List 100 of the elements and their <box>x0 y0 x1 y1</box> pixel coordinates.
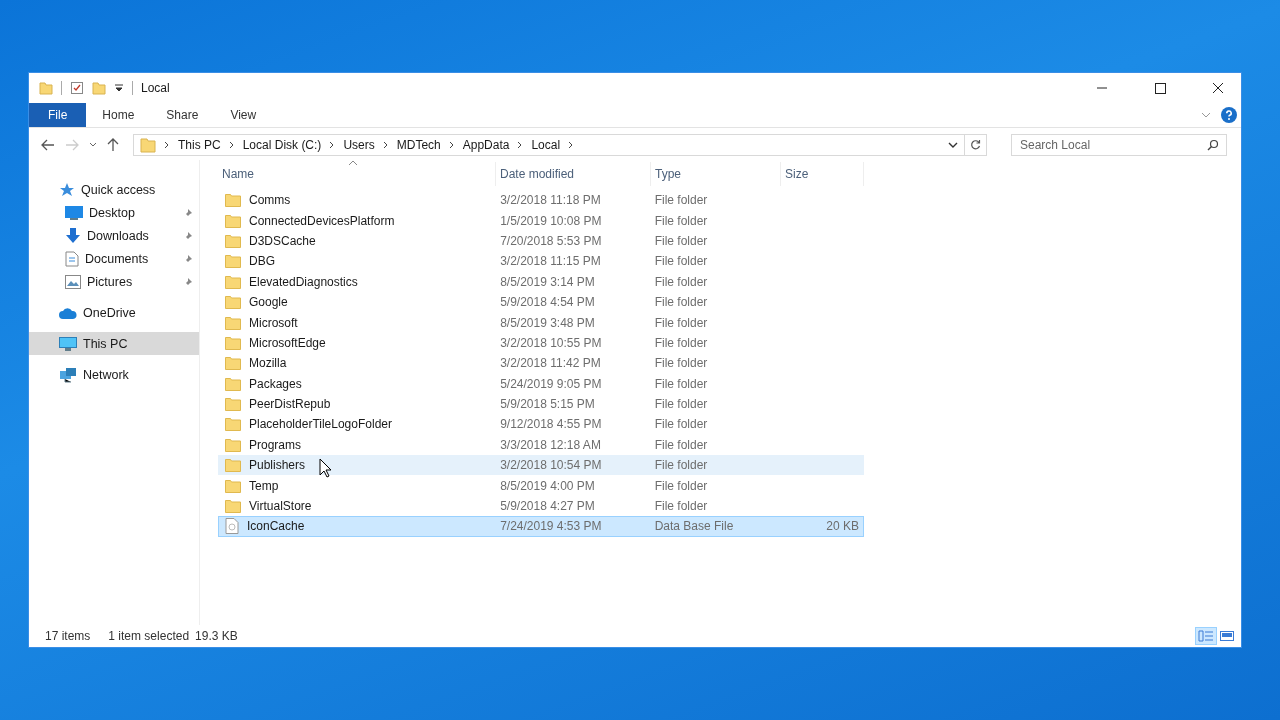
file-row[interactable]: Mozilla 3/2/2018 11:42 PM File folder <box>218 353 864 374</box>
file-row[interactable]: Programs 3/3/2018 12:18 AM File folder <box>218 434 864 456</box>
folder-icon <box>225 417 241 432</box>
folder-icon <box>225 315 241 330</box>
breadcrumb-item[interactable]: Local <box>531 138 561 152</box>
selection-count: 1 item selected <box>108 629 190 643</box>
sidebar-item[interactable]: OneDrive <box>29 301 199 324</box>
chevron-right-icon <box>228 141 235 149</box>
file-row[interactable]: Temp 8/5/2019 4:00 PM File folder <box>218 475 864 496</box>
breadcrumb-item[interactable]: Local Disk (C:) <box>242 138 322 152</box>
date-cell-text: 7/24/2019 4:53 PM <box>499 519 603 534</box>
file-name: IconCache <box>247 519 305 534</box>
column-header[interactable]: Size <box>781 162 864 186</box>
type-cell-text: File folder <box>653 213 709 228</box>
breadcrumb-item[interactable]: Users <box>343 138 375 152</box>
window-title: Local <box>141 81 170 95</box>
date-cell-text: 5/9/2018 5:15 PM <box>499 397 596 412</box>
type-cell-text: File folder <box>653 315 709 330</box>
properties-icon[interactable] <box>70 81 84 95</box>
sidebar-item[interactable]: Network <box>29 363 199 386</box>
type-cell-text: File folder <box>653 499 709 514</box>
folder-icon <box>225 295 241 310</box>
picture-icon <box>65 274 81 289</box>
folder-icon <box>225 499 241 514</box>
sidebar-item[interactable]: Desktop <box>29 201 199 224</box>
date-cell-text: 5/9/2018 4:54 PM <box>499 295 596 310</box>
breadcrumb-item[interactable]: This PC <box>178 138 221 152</box>
refresh-icon[interactable] <box>965 134 987 156</box>
chevron-down-icon[interactable] <box>948 141 958 149</box>
file-name: DBG <box>249 254 275 269</box>
sidebar-item[interactable]: Pictures <box>29 270 199 293</box>
chevron-right-icon <box>568 141 575 149</box>
type-cell-text: File folder <box>653 458 709 473</box>
file-row[interactable]: VirtualStore 5/9/2018 4:27 PM File folder <box>218 495 864 517</box>
breadcrumb-item[interactable]: AppData <box>462 138 510 152</box>
up-arrow-icon[interactable] <box>107 138 119 152</box>
date-cell-text: 8/5/2019 3:14 PM <box>499 274 596 289</box>
search-field[interactable]: Search Local <box>1011 134 1227 156</box>
ribbon-tab[interactable]: View <box>214 103 273 127</box>
date-cell-text: 3/2/2018 10:54 PM <box>499 458 603 473</box>
folder-icon <box>225 376 241 391</box>
column-header[interactable]: Name <box>218 162 496 186</box>
date-cell-text: 8/5/2019 3:48 PM <box>499 315 596 330</box>
sidebar-item[interactable]: This PC <box>29 332 199 355</box>
file-name: Google <box>249 295 288 310</box>
file-row[interactable]: Google 5/9/2018 4:54 PM File folder <box>218 291 864 313</box>
sidebar-item[interactable]: Quick access <box>29 178 199 201</box>
file-name: ElevatedDiagnostics <box>249 274 358 289</box>
folder-icon <box>225 335 241 350</box>
dropdown-icon[interactable] <box>114 83 124 93</box>
file-row[interactable]: Packages 5/24/2019 9:05 PM File folder <box>218 373 864 394</box>
file-row[interactable]: PeerDistRepub 5/9/2018 5:15 PM File folder <box>218 393 864 415</box>
chevron-down-icon[interactable] <box>89 142 97 148</box>
type-cell-text: File folder <box>653 335 709 350</box>
file-row[interactable]: ElevatedDiagnostics 8/5/2019 3:14 PM File folder <box>218 271 864 292</box>
folder-icon <box>225 254 241 269</box>
download-arrow-icon <box>65 227 81 244</box>
date-cell-text: 8/5/2019 4:00 PM <box>499 478 596 493</box>
folder-icon <box>225 458 241 473</box>
sidebar-item[interactable]: Documents <box>29 247 199 270</box>
file-name: Packages <box>249 376 302 391</box>
folder-icon <box>225 193 241 208</box>
document-icon <box>65 250 79 267</box>
column-header[interactable]: Date modified <box>496 162 651 186</box>
file-row[interactable]: Publishers 3/2/2018 10:54 PM File folder <box>218 455 864 476</box>
chevron-right-icon <box>382 141 389 149</box>
file-name: ConnectedDevicesPlatform <box>249 213 395 228</box>
file-row[interactable]: Comms 3/2/2018 11:18 PM File folder <box>218 190 864 211</box>
file-icon <box>225 518 239 535</box>
file-name: D3DSCache <box>249 233 316 248</box>
date-cell-text: 5/9/2018 4:27 PM <box>499 499 596 514</box>
file-name: Comms <box>249 193 291 208</box>
column-header[interactable]: Type <box>651 162 781 186</box>
size-cell: 20 KB <box>826 519 859 534</box>
date-cell-text: 3/2/2018 11:42 PM <box>499 356 602 371</box>
sort-caret-icon <box>348 160 358 166</box>
date-cell-text: 3/2/2018 10:55 PM <box>499 335 603 350</box>
file-name: MicrosoftEdge <box>249 335 326 350</box>
type-cell-text: File folder <box>653 356 709 371</box>
file-row[interactable]: Microsoft 8/5/2019 3:48 PM File folder <box>218 312 864 333</box>
help-icon[interactable] <box>1221 107 1237 123</box>
address-bar[interactable]: This PC Local Disk (C:) Users MDTech AppData Local <box>133 134 965 156</box>
ribbon-tab[interactable]: Share <box>150 103 215 127</box>
file-row[interactable]: ConnectedDevicesPlatform 1/5/2019 10:08 PM File folder <box>218 210 864 231</box>
back-arrow-icon[interactable] <box>41 139 55 151</box>
sidebar-item[interactable]: Downloads <box>29 224 199 247</box>
file-row[interactable]: PlaceholderTileLogoFolder 9/12/2018 4:55 PM File folder <box>218 414 864 435</box>
ribbon-tab[interactable]: File <box>29 103 87 127</box>
breadcrumb-item[interactable]: MDTech <box>396 138 441 152</box>
folder-icon <box>225 397 241 412</box>
type-cell-text: File folder <box>653 397 709 412</box>
file-row[interactable]: D3DSCache 7/20/2018 5:53 PM File folder <box>218 230 864 252</box>
file-row[interactable]: DBG 3/2/2018 11:15 PM File folder <box>218 251 864 272</box>
date-cell-text: 1/5/2019 10:08 PM <box>499 213 603 228</box>
date-cell-text: 3/2/2018 11:18 PM <box>499 193 602 208</box>
ribbon-tab[interactable]: Home <box>86 103 151 127</box>
file-row[interactable]: MicrosoftEdge 3/2/2018 10:55 PM File folder <box>218 332 864 354</box>
file-name: PlaceholderTileLogoFolder <box>249 417 392 432</box>
search-icon <box>1207 139 1219 151</box>
file-row[interactable]: IconCache 7/24/2019 4:53 PM Data Base File 20 KB <box>218 516 864 537</box>
